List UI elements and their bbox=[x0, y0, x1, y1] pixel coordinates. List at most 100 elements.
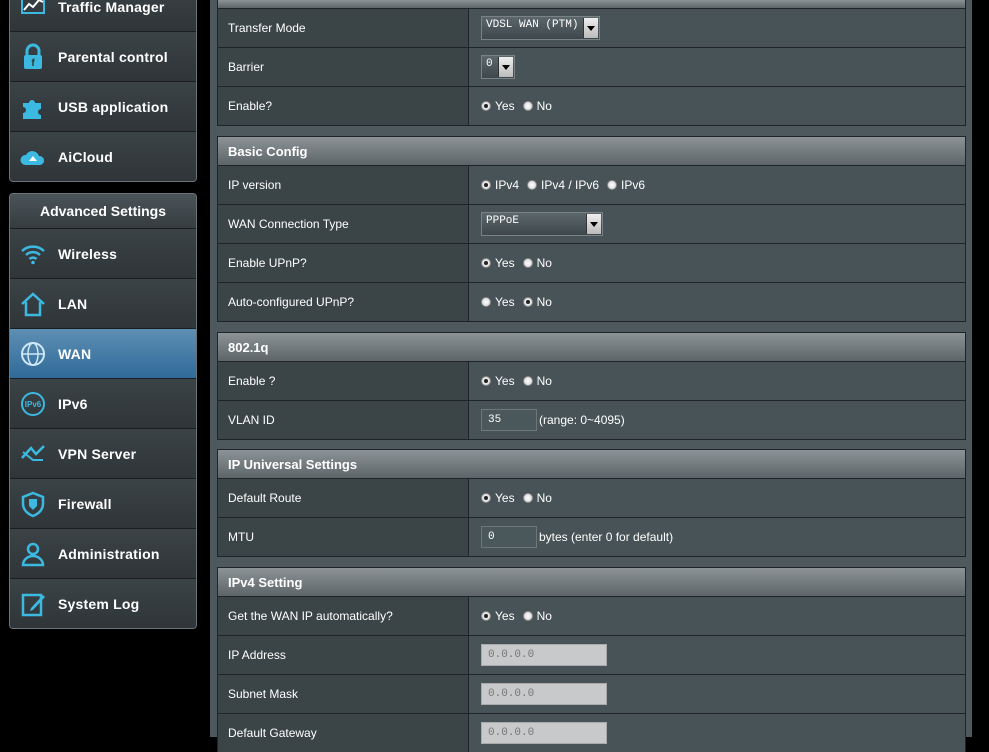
vlan-section: 802.1q Enable ? Yes No VLAN ID 35 (range… bbox=[217, 332, 966, 440]
general-menu: Traffic Manager f Parental control USB a… bbox=[9, 0, 197, 182]
enable-row: Enable? Yes No bbox=[218, 87, 965, 125]
vlan-id-row: VLAN ID 35 (range: 0~4095) bbox=[218, 401, 965, 439]
default-route-no-radio[interactable]: No bbox=[522, 491, 552, 505]
auto-ip-yes-radio[interactable]: Yes bbox=[481, 609, 515, 623]
home-icon bbox=[18, 289, 48, 319]
puzzle-icon bbox=[18, 92, 48, 122]
radio-dot bbox=[522, 611, 533, 621]
auto-upnp-yes-radio[interactable]: Yes bbox=[481, 295, 515, 309]
globe-icon bbox=[18, 339, 48, 369]
vlan-enable-yes-radio[interactable]: Yes bbox=[481, 374, 515, 388]
sidebar-item-aicloud[interactable]: AiCloud bbox=[10, 132, 196, 181]
ipv4-radio[interactable]: IPv4 bbox=[481, 178, 519, 192]
sidebar-item-firewall[interactable]: Firewall bbox=[10, 479, 196, 529]
default-route-yes-radio[interactable]: Yes bbox=[481, 491, 515, 505]
ipv4-setting-section: IPv4 Setting Get the WAN IP automaticall… bbox=[217, 567, 966, 752]
sidebar-item-vpn-server[interactable]: VPN Server bbox=[10, 429, 196, 479]
sidebar-item-label: VPN Server bbox=[58, 445, 137, 462]
sidebar-item-usb-application[interactable]: USB application bbox=[10, 82, 196, 132]
section-title: IP Universal Settings bbox=[218, 450, 965, 479]
radio-dot bbox=[481, 611, 491, 621]
vlan-id-range-hint: (range: 0~4095) bbox=[539, 413, 625, 427]
field-label: Enable? bbox=[218, 87, 469, 125]
advanced-settings-menu: Advanced Settings Wireless LAN WAN IPv6 … bbox=[9, 193, 197, 629]
radio-label: Yes bbox=[495, 256, 515, 270]
chevron-down-icon bbox=[497, 57, 513, 77]
radio-dot bbox=[481, 180, 491, 190]
radio-label: No bbox=[536, 609, 552, 623]
enable-yes-radio[interactable]: Yes bbox=[481, 99, 515, 113]
sidebar-item-label: WAN bbox=[58, 345, 92, 362]
select-value: 0 bbox=[486, 58, 493, 70]
field-label: Default Route bbox=[218, 479, 469, 517]
section-header-edge bbox=[218, 0, 965, 9]
auto-ip-no-radio[interactable]: No bbox=[522, 609, 552, 623]
wan-connection-type-select[interactable]: PPPoE bbox=[481, 212, 603, 236]
ipv4-ipv6-radio[interactable]: IPv4 / IPv6 bbox=[527, 178, 599, 192]
auto-upnp-no-radio[interactable]: No bbox=[522, 295, 552, 309]
mtu-input[interactable]: 0 bbox=[481, 526, 537, 548]
sidebar-item-label: USB application bbox=[58, 98, 169, 115]
radio-label: IPv6 bbox=[621, 178, 646, 192]
sidebar-item-traffic-manager[interactable]: Traffic Manager bbox=[10, 0, 196, 32]
mtu-hint: bytes (enter 0 for default) bbox=[539, 530, 674, 544]
radio-dot bbox=[481, 376, 491, 386]
radio-dot bbox=[481, 258, 491, 268]
upnp-no-radio[interactable]: No bbox=[522, 256, 552, 270]
radio-dot bbox=[522, 101, 533, 111]
radio-label: No bbox=[536, 99, 552, 113]
sidebar-item-parental-control[interactable]: f Parental control bbox=[10, 32, 196, 82]
sidebar-item-label: Wireless bbox=[58, 245, 118, 262]
vlan-enable-no-radio[interactable]: No bbox=[522, 374, 552, 388]
transfer-mode-select[interactable]: VDSL WAN (PTM) bbox=[481, 16, 601, 40]
field-label: Transfer Mode bbox=[218, 9, 469, 47]
field-label: MTU bbox=[218, 518, 469, 556]
field-label: IP version bbox=[218, 166, 469, 204]
vpn-icon bbox=[18, 439, 48, 469]
traffic-manager-icon bbox=[18, 0, 48, 22]
field-label: Barrier bbox=[218, 48, 469, 86]
user-icon bbox=[18, 539, 48, 569]
upnp-yes-radio[interactable]: Yes bbox=[481, 256, 515, 270]
wifi-icon bbox=[18, 239, 48, 269]
sidebar-item-label: Firewall bbox=[58, 495, 112, 512]
auto-upnp-row: Auto-configured UPnP? Yes No bbox=[218, 283, 965, 321]
radio-label: Yes bbox=[495, 491, 515, 505]
barrier-select[interactable]: 0 bbox=[481, 55, 515, 79]
vlan-id-input[interactable]: 35 bbox=[481, 409, 537, 431]
sidebar-item-wan[interactable]: WAN bbox=[10, 329, 196, 379]
radio-label: No bbox=[536, 491, 552, 505]
radio-label: Yes bbox=[495, 99, 515, 113]
default-gateway-input[interactable]: 0.0.0.0 bbox=[481, 722, 607, 744]
sidebar-item-wireless[interactable]: Wireless bbox=[10, 229, 196, 279]
advanced-settings-header: Advanced Settings bbox=[10, 194, 196, 229]
radio-label: No bbox=[536, 256, 552, 270]
select-value: VDSL WAN (PTM) bbox=[486, 19, 579, 31]
barrier-row: Barrier 0 bbox=[218, 48, 965, 87]
sidebar-item-lan[interactable]: LAN bbox=[10, 279, 196, 329]
sidebar-item-administration[interactable]: Administration bbox=[10, 529, 196, 579]
subnet-mask-row: Subnet Mask 0.0.0.0 bbox=[218, 675, 965, 714]
ip-address-input[interactable]: 0.0.0.0 bbox=[481, 644, 607, 666]
ipv6-radio[interactable]: IPv6 bbox=[607, 178, 645, 192]
enable-upnp-row: Enable UPnP? Yes No bbox=[218, 244, 965, 283]
sidebar-item-ipv6[interactable]: IPv6 IPv6 bbox=[10, 379, 196, 429]
subnet-mask-input[interactable]: 0.0.0.0 bbox=[481, 683, 607, 705]
enable-no-radio[interactable]: No bbox=[522, 99, 552, 113]
section-title: Basic Config bbox=[218, 137, 965, 166]
ip-version-row: IP version IPv4 IPv4 / IPv6 IPv6 bbox=[218, 166, 965, 205]
lock-icon: f bbox=[18, 42, 48, 72]
sidebar-item-label: Administration bbox=[58, 545, 160, 562]
field-label: Get the WAN IP automatically? bbox=[218, 597, 469, 635]
radio-dot bbox=[522, 297, 533, 307]
basic-config-section: Basic Config IP version IPv4 IPv4 / IPv6… bbox=[217, 136, 966, 322]
transfer-mode-row: Transfer Mode VDSL WAN (PTM) bbox=[218, 9, 965, 48]
radio-label: Yes bbox=[495, 609, 515, 623]
sidebar-item-system-log[interactable]: System Log bbox=[10, 579, 196, 628]
radio-label: No bbox=[536, 295, 552, 309]
radio-dot bbox=[522, 258, 533, 268]
sidebar-item-label: Traffic Manager bbox=[58, 0, 165, 15]
field-label: Default Gateway bbox=[218, 714, 469, 752]
chevron-down-icon bbox=[586, 214, 601, 234]
section-title: 802.1q bbox=[218, 333, 965, 362]
